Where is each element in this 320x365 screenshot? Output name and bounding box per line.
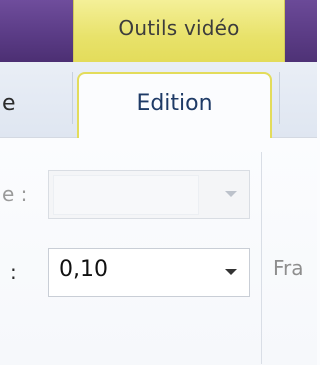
title-bar-right (285, 0, 317, 62)
value-dropdown-text: 0,10 (59, 257, 108, 282)
tab-previous-label: e (2, 91, 16, 116)
tab-separator (279, 72, 280, 124)
next-group-label: Fra (273, 256, 304, 280)
contextual-tab-title: Outils vidéo (118, 16, 240, 40)
disabled-dropdown-field (53, 175, 199, 215)
tab-edition[interactable]: Edition (77, 72, 272, 139)
chevron-down-icon (225, 191, 237, 197)
tab-previous[interactable]: e (0, 62, 72, 138)
contextual-tab-group[interactable]: Outils vidéo (73, 0, 285, 62)
ribbon-group-separator (261, 152, 262, 364)
row2-label: : (10, 260, 17, 284)
disabled-dropdown[interactable] (48, 170, 250, 219)
chevron-down-icon (225, 269, 237, 275)
ribbon-tabs: e Edition (0, 62, 317, 139)
tab-edition-label: Edition (136, 91, 213, 116)
value-dropdown[interactable]: 0,10 (48, 248, 250, 297)
tab-separator (72, 72, 73, 124)
row1-label: e : (2, 182, 28, 206)
